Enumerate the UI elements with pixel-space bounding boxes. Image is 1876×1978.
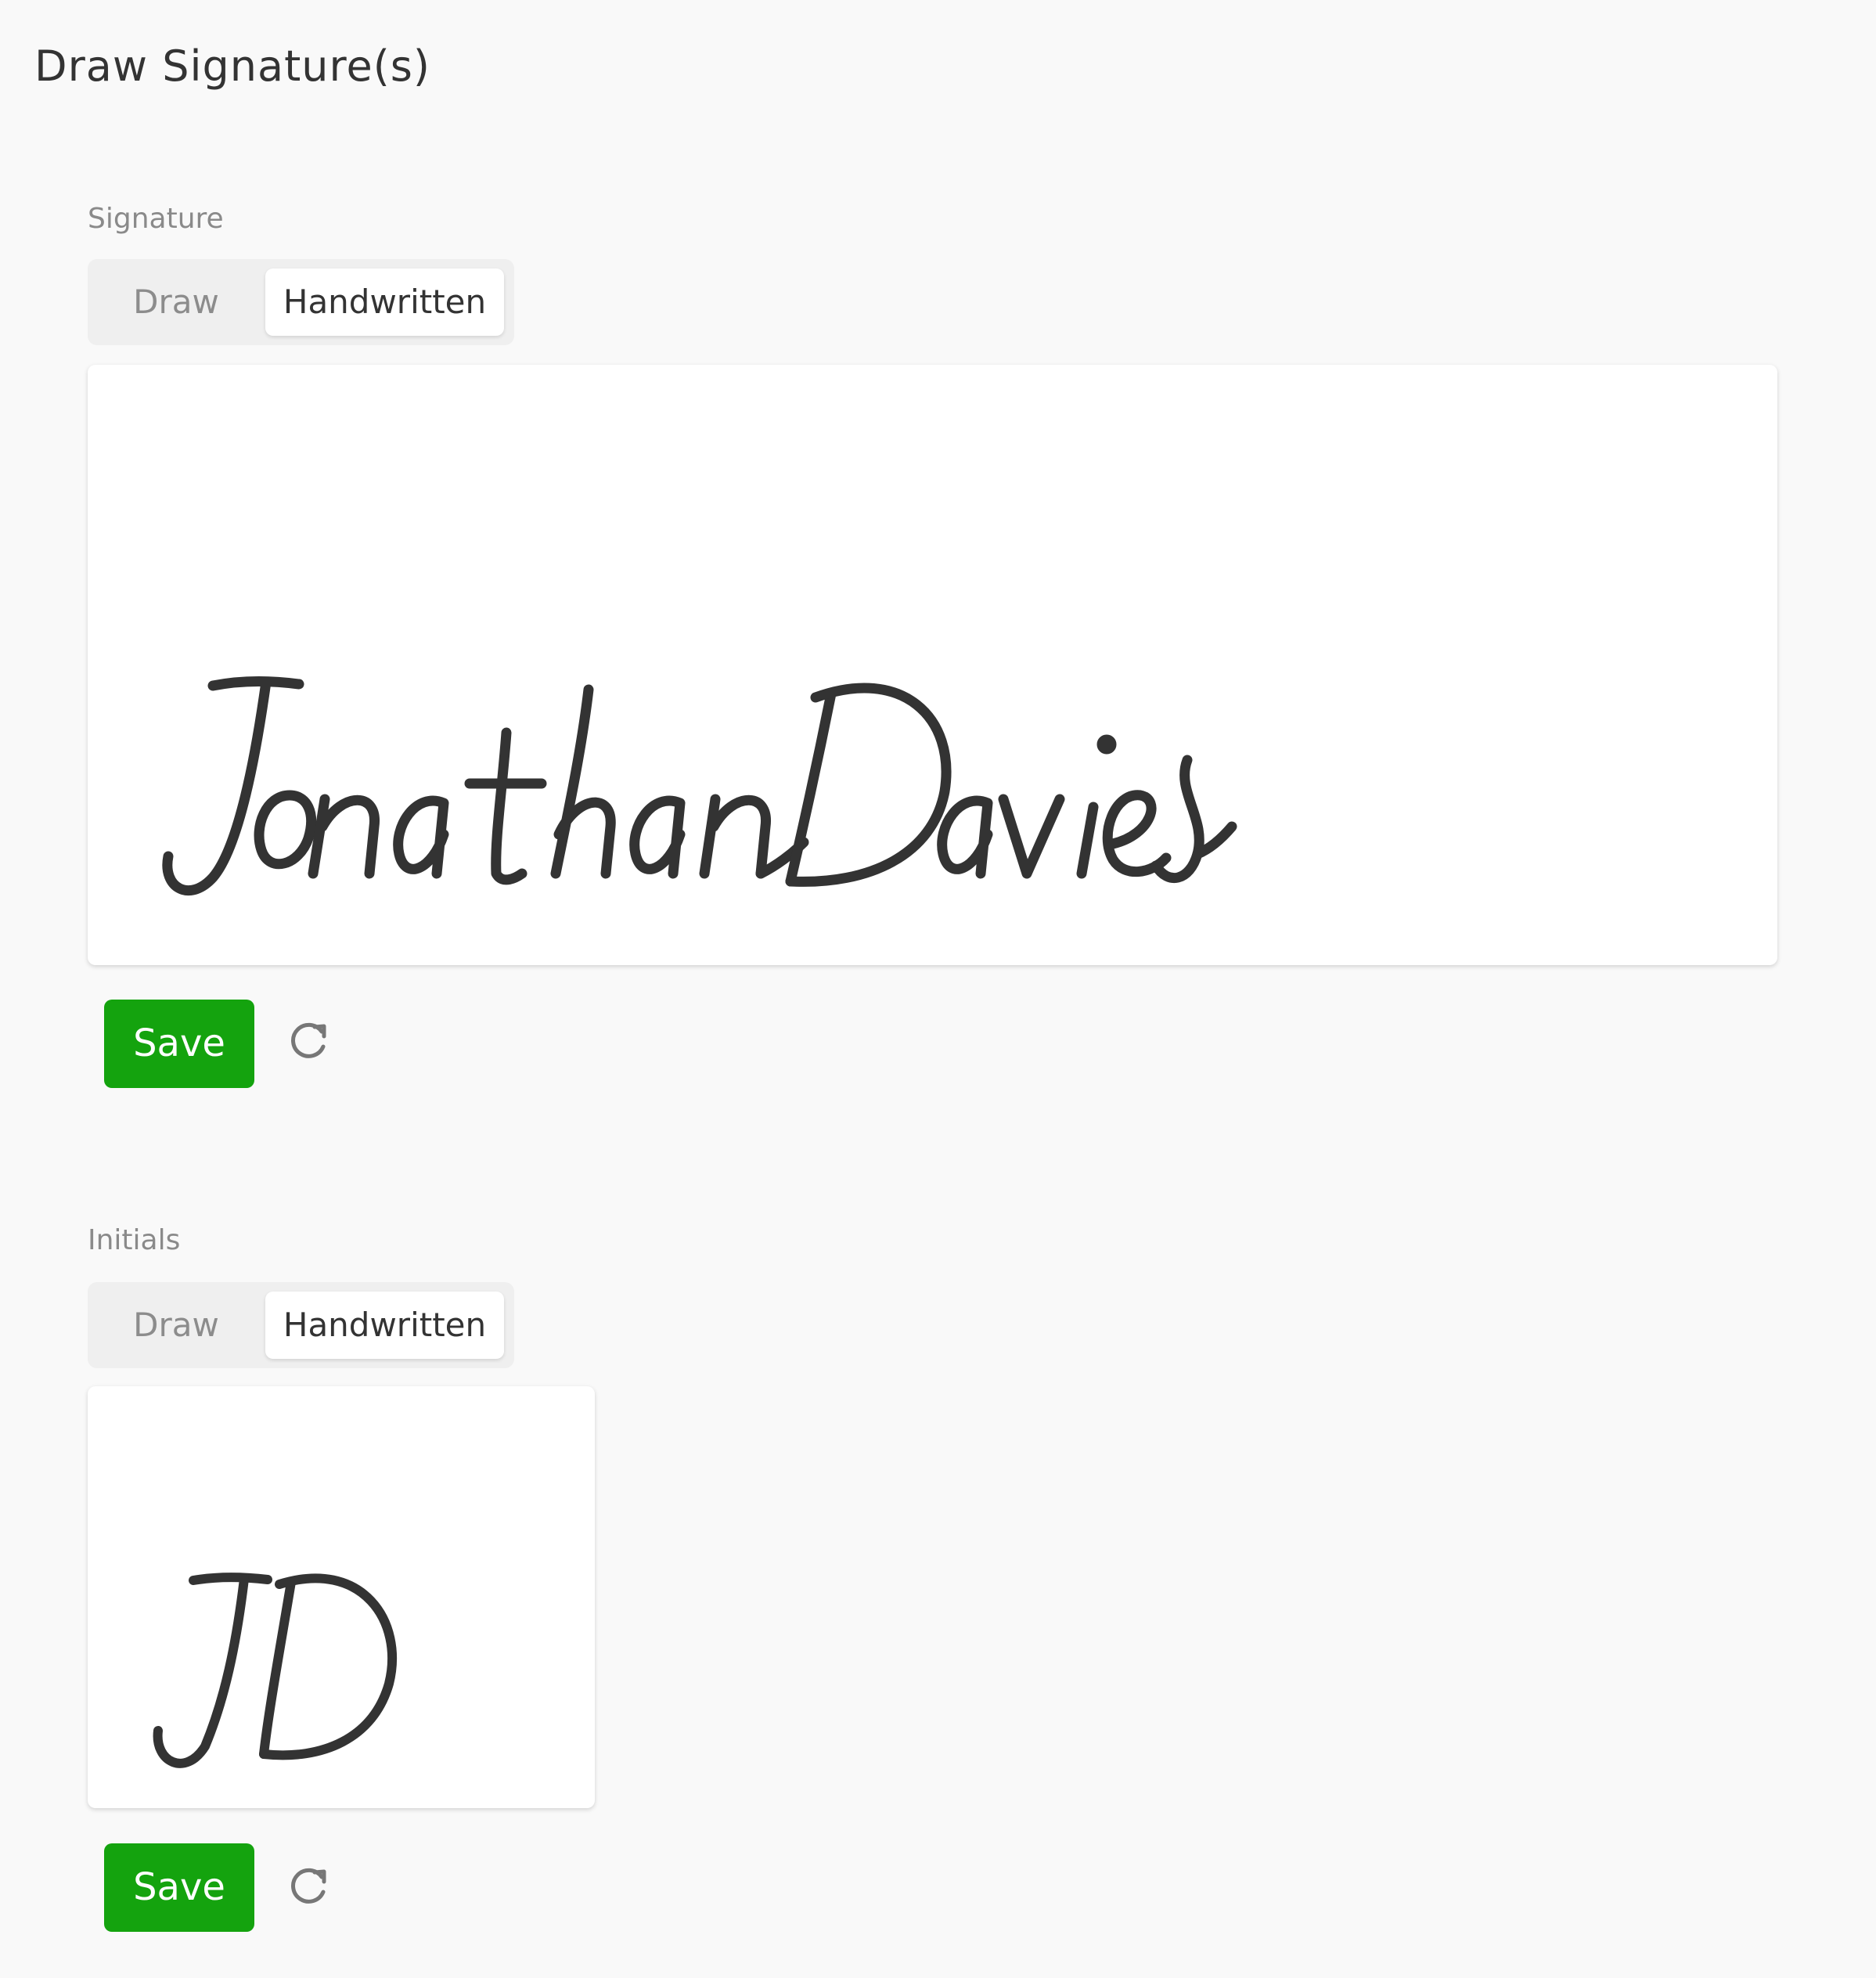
refresh-icon[interactable] bbox=[285, 1018, 332, 1065]
initials-refresh-icon bbox=[291, 1868, 326, 1904]
signature-tab-draw[interactable]: Draw bbox=[97, 268, 255, 336]
initials-handwriting bbox=[153, 1573, 397, 1768]
refresh-icon[interactable] bbox=[285, 1864, 332, 1911]
signature-mode-toggle: Draw Handwritten bbox=[88, 259, 514, 345]
initials-mode-toggle: Draw Handwritten bbox=[88, 1282, 514, 1368]
signature-refresh-icon bbox=[291, 1022, 326, 1058]
signature-label: Signature bbox=[88, 203, 224, 235]
signature-save-button[interactable]: Save bbox=[104, 1000, 254, 1088]
initials-tab-handwritten[interactable]: Handwritten bbox=[265, 1292, 504, 1359]
signature-pad[interactable] bbox=[88, 365, 1777, 965]
initials-label: Initials bbox=[88, 1224, 181, 1256]
initials-pad[interactable] bbox=[88, 1386, 595, 1808]
draw-signatures-page: Draw Signature(s) Signature Draw Handwri… bbox=[0, 0, 1876, 1978]
initials-tab-draw[interactable]: Draw bbox=[97, 1292, 255, 1359]
signature-tab-handwritten[interactable]: Handwritten bbox=[265, 268, 504, 336]
initials-save-button[interactable]: Save bbox=[104, 1843, 254, 1932]
page-title: Draw Signature(s) bbox=[34, 41, 430, 91]
signature-handwriting bbox=[162, 676, 1237, 896]
